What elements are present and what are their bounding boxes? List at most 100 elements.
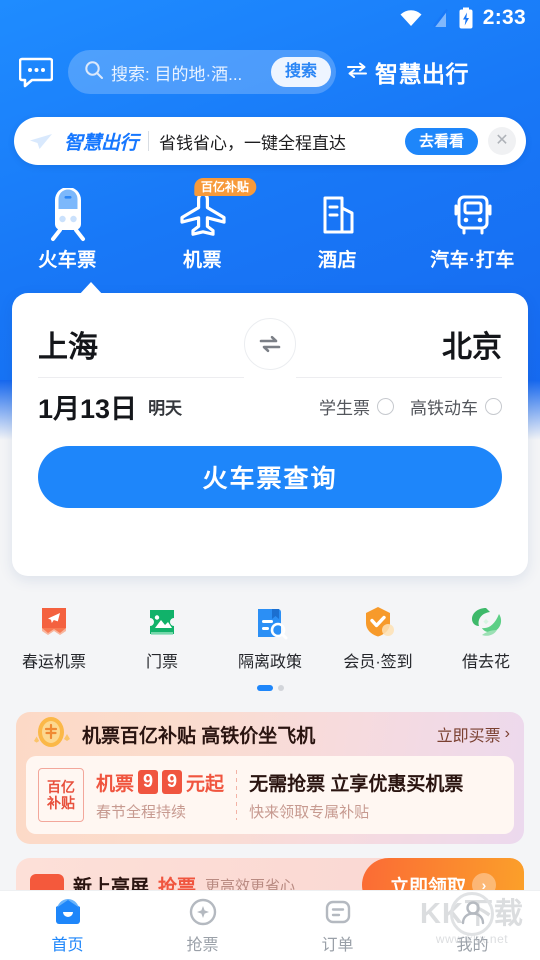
shortcut-label: 门票	[145, 654, 178, 671]
promo-right-block: 无需抢票 立享优惠买机票 快来领取专属补贴	[249, 769, 502, 822]
wifi-icon	[399, 9, 423, 27]
bottom-tab-bar: 首页 抢票 订单 我的	[0, 890, 540, 960]
hotel-icon	[312, 188, 364, 242]
status-bar: 2:33	[0, 0, 540, 36]
swap-icon[interactable]	[244, 318, 296, 370]
category-label: 机票	[182, 250, 222, 271]
promo-right-title: 无需抢票 立享优惠买机票	[249, 773, 464, 795]
loan-leaf-icon	[466, 602, 506, 642]
shortcut-label: 春运机票	[21, 654, 86, 671]
to-city[interactable]: 北京	[296, 322, 502, 366]
promo-link[interactable]: 立即买票 ›	[437, 722, 510, 746]
search-icon	[84, 60, 104, 85]
shortcut-label: 借去花	[461, 654, 510, 671]
bus-icon	[447, 188, 499, 242]
plane-ticket-icon	[34, 602, 74, 642]
search-bar[interactable]: 搜索: 目的地·酒... 搜索	[68, 50, 336, 94]
price-note: 春节全程持续	[96, 803, 187, 821]
shortcut-spring-flight[interactable]: 春运机票	[0, 602, 108, 672]
price-suffix: 元起	[186, 773, 225, 795]
price-digit: 9	[138, 770, 159, 794]
pager-dot-active[interactable]	[256, 685, 273, 691]
tab-label: 抢票	[186, 937, 219, 954]
to-underline	[296, 377, 502, 378]
student-radio[interactable]	[377, 397, 394, 415]
category-train[interactable]: 火车票	[0, 188, 135, 288]
coin-icon	[28, 715, 74, 753]
subsidy-stamp: 百亿 补贴	[38, 768, 84, 822]
attraction-ticket-icon	[142, 602, 182, 642]
shortcut-row: 春运机票 门票 隔离政策 会员·签到 借去花	[0, 596, 540, 688]
promo-header: 机票百亿补贴 高铁价坐飞机 立即买票 ›	[16, 712, 524, 756]
shortcut-attraction[interactable]: 门票	[108, 602, 216, 672]
subsidy-promo-card[interactable]: 机票百亿补贴 高铁价坐飞机 立即买票 › 百亿 补贴 机票 9 9 元起 春节全…	[16, 712, 524, 844]
promo-body: 百亿 补贴 机票 9 9 元起 春节全程持续 无需抢票 立享优惠买机票 快来领取…	[26, 756, 514, 834]
home-icon	[52, 896, 84, 928]
date-row: 1月13日 明天 学生票 高铁动车	[38, 378, 502, 434]
transfer-icon	[346, 61, 368, 84]
highspeed-radio[interactable]	[485, 397, 502, 415]
category-label: 汽车·打车	[430, 250, 515, 271]
search-button[interactable]: 搜索	[270, 57, 331, 87]
airplane-icon	[177, 188, 229, 242]
category-flight[interactable]: 百亿补贴 机票	[135, 178, 270, 288]
battery-charging-icon	[458, 7, 474, 29]
train-icon	[42, 188, 94, 242]
tab-home[interactable]: 首页	[0, 891, 135, 960]
price-prefix: 机票	[96, 773, 135, 795]
category-label: 酒店	[317, 250, 357, 271]
order-icon	[322, 896, 354, 928]
brand-label: 智慧出行	[375, 61, 469, 87]
pager-dot[interactable]	[277, 685, 284, 691]
stamp-line-1: 百亿	[47, 778, 75, 795]
option-highspeed[interactable]: 高铁动车	[410, 394, 502, 419]
promo-link-label: 立即买票	[436, 728, 501, 745]
price-digit: 9	[162, 770, 183, 794]
tab-label: 订单	[321, 937, 354, 954]
tab-label: 首页	[51, 937, 84, 954]
depart-date[interactable]: 1月13日	[38, 387, 137, 426]
tab-grab-ticket[interactable]: 抢票	[135, 891, 270, 960]
search-input[interactable]: 搜索: 目的地·酒...	[111, 60, 264, 85]
message-icon[interactable]	[14, 52, 58, 92]
from-underline	[38, 377, 244, 378]
policy-search-icon	[250, 602, 290, 642]
shortcut-label: 会员·签到	[343, 654, 413, 671]
tab-orders[interactable]: 订单	[270, 891, 405, 960]
category-hotel[interactable]: 酒店	[270, 188, 405, 288]
stamp-line-2: 补贴	[47, 795, 75, 811]
option-label: 高铁动车	[410, 398, 478, 418]
shortcut-member[interactable]: 会员·签到	[324, 602, 432, 672]
shortcut-policy[interactable]: 隔离政策	[216, 602, 324, 672]
query-button[interactable]: 火车票查询	[38, 446, 502, 508]
promo-banner[interactable]: 智慧出行 省钱省心，一键全程直达 去看看 ✕	[14, 117, 526, 165]
paper-plane-icon	[28, 131, 54, 151]
category-row: 火车票 百亿补贴 机票 酒店 汽车·打车	[0, 178, 540, 288]
category-bus[interactable]: 汽车·打车	[405, 188, 540, 288]
status-time: 2:33	[482, 6, 526, 29]
banner-cta-button[interactable]: 去看看	[404, 127, 478, 155]
train-search-card: 上海 北京 1月13日 明天 学生票 高铁动车 火车票查询	[12, 282, 528, 576]
shortcut-label: 隔离政策	[237, 654, 302, 671]
signal-off-icon	[432, 8, 449, 28]
promo-title: 机票百亿补贴 高铁价坐飞机	[82, 725, 316, 747]
app-header: 搜索: 目的地·酒... 搜索 智慧出行	[0, 44, 540, 100]
promo-price-line: 机票 9 9 元起	[96, 769, 224, 796]
tab-label: 我的	[456, 937, 489, 954]
app-screen: 2:33 搜索: 目的地·酒... 搜索 智慧出行 智慧出行 省钱省心，一键全程…	[0, 0, 540, 960]
option-student[interactable]: 学生票	[319, 394, 394, 419]
banner-text: 省钱省心，一键全程直达	[159, 133, 347, 153]
shortcut-loan[interactable]: 借去花	[432, 602, 540, 672]
member-crown-icon	[358, 602, 398, 642]
brand-entry[interactable]: 智慧出行	[346, 55, 469, 89]
tab-profile[interactable]: 我的	[405, 891, 540, 960]
close-icon[interactable]: ✕	[488, 127, 516, 155]
grab-ticket-icon	[187, 896, 219, 928]
from-city[interactable]: 上海	[38, 322, 244, 366]
promo-divider	[236, 770, 238, 820]
option-label: 学生票	[319, 398, 370, 418]
profile-icon	[457, 896, 489, 928]
promo-price-block: 机票 9 9 元起 春节全程持续	[96, 769, 224, 822]
chevron-right-icon: ›	[504, 725, 510, 742]
shortcut-pager	[0, 685, 540, 691]
